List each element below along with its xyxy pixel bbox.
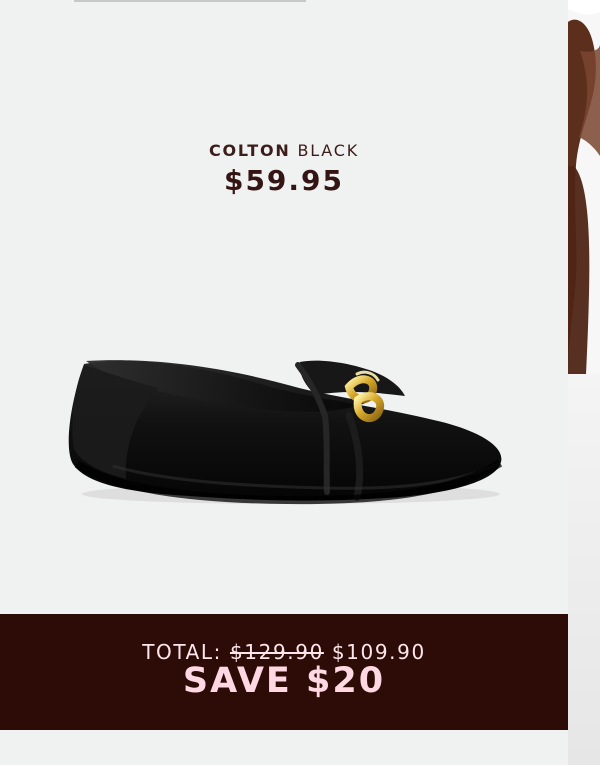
right-bottom-shadow xyxy=(568,374,600,765)
savings-amount: SAVE $20 xyxy=(182,661,386,701)
black-loafer-image xyxy=(68,360,503,505)
top-accent-line xyxy=(74,0,306,2)
product-color: BLACK xyxy=(297,141,360,160)
model-arm-image xyxy=(568,0,600,374)
product-page: COLTON BLACK $59.95 TOTAL: $129.90 $109.… xyxy=(0,0,600,765)
product-price: $59.95 xyxy=(223,164,345,197)
bottom-background xyxy=(0,730,568,765)
product-name: COLTON xyxy=(208,141,291,160)
product-title: COLTON BLACK xyxy=(0,142,568,160)
